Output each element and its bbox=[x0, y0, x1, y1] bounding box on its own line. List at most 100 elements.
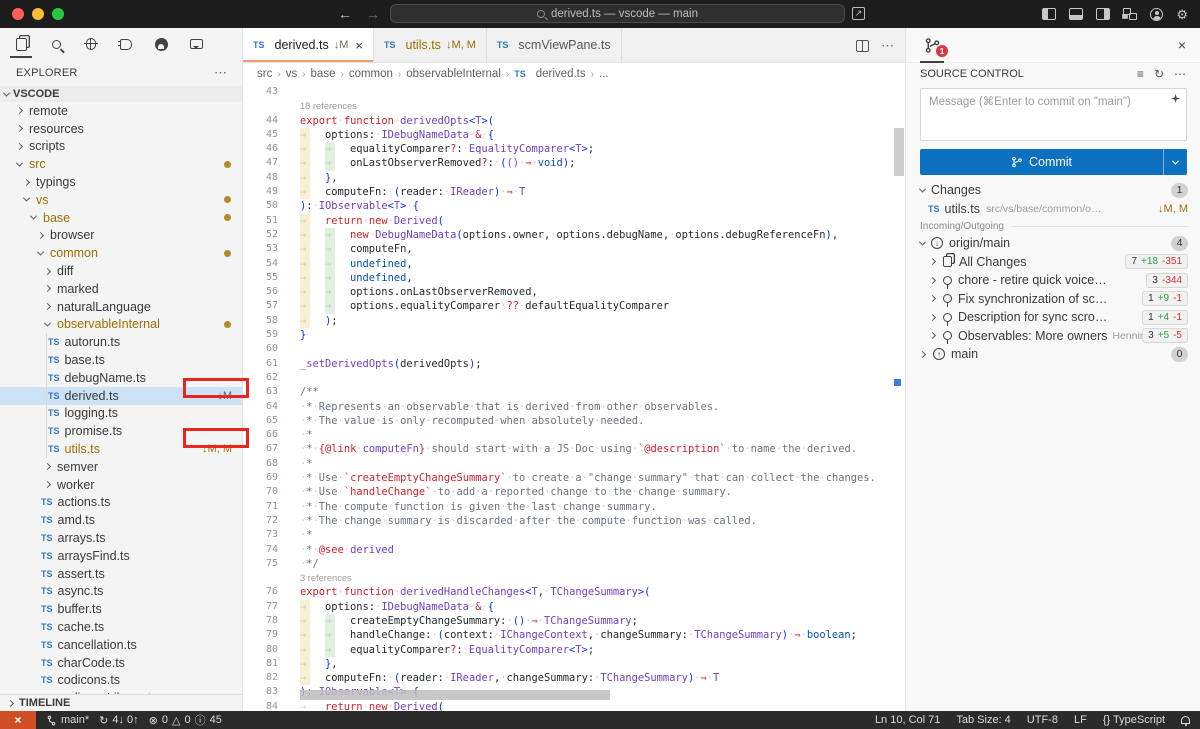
tree-root-vscode[interactable]: VSCODE bbox=[0, 86, 242, 102]
code-line-75[interactable]: 75·*/ bbox=[243, 557, 905, 571]
code-line-63[interactable]: 63/** bbox=[243, 385, 905, 399]
remote-indicator[interactable]: × bbox=[0, 711, 36, 729]
tree-item-assert.ts[interactable]: TSassert.ts bbox=[0, 565, 242, 583]
code-line-60[interactable]: 60 bbox=[243, 342, 905, 356]
command-center[interactable]: derived.ts — vscode — main bbox=[390, 4, 845, 23]
tab-scmViewPane.ts[interactable]: TSscmViewPane.ts bbox=[487, 28, 622, 62]
tree-item-async.ts[interactable]: TSasync.ts bbox=[0, 583, 242, 601]
account-icon[interactable] bbox=[1150, 8, 1163, 21]
cursor-position[interactable]: Ln 10, Col 71 bbox=[875, 714, 940, 726]
extensions-icon[interactable] bbox=[117, 35, 135, 53]
tree-item-buffer.ts[interactable]: TSbuffer.ts bbox=[0, 600, 242, 618]
search-view-icon[interactable] bbox=[47, 35, 65, 53]
tab-utils.ts[interactable]: TSutils.ts↓M, M bbox=[374, 28, 487, 62]
problems-status-item[interactable]: ⊗ 0 △ 0 ⓘ 45 bbox=[149, 712, 222, 728]
incoming-origin-main[interactable]: ↓origin/main4 bbox=[906, 234, 1200, 253]
code-line-46[interactable]: 46→→equalityComparer?:·EqualityComparer<… bbox=[243, 142, 905, 156]
code-line-51[interactable]: 51→return·new·Derived( bbox=[243, 214, 905, 228]
changes-section-header[interactable]: Changes1 bbox=[906, 181, 1200, 200]
open-external-icon[interactable]: ↗ bbox=[852, 7, 865, 20]
code-line-55[interactable]: 55→→undefined, bbox=[243, 271, 905, 285]
tree-item-actions.ts[interactable]: TSactions.ts bbox=[0, 494, 242, 512]
scm-row-Observables: More[interactable]: Observables: More ownersHenning ...3+5-5 bbox=[906, 327, 1200, 346]
code-line-73[interactable]: 73·* bbox=[243, 528, 905, 542]
code-line-49[interactable]: 49→computeFn:·(reader:·IReader)·⇒·T bbox=[243, 185, 905, 199]
toggle-secondary-sidebar-icon[interactable] bbox=[1096, 8, 1110, 20]
code-line-62[interactable]: 62 bbox=[243, 371, 905, 385]
commit-dropdown[interactable] bbox=[1163, 149, 1187, 175]
tree-item-common[interactable]: common bbox=[0, 244, 242, 262]
eol[interactable]: LF bbox=[1074, 714, 1087, 726]
tree-item-typings[interactable]: typings bbox=[0, 173, 242, 191]
breadcrumb-item-file[interactable]: derived.ts bbox=[536, 68, 586, 80]
code-line-71[interactable]: 71·*·The·compute·function·is·given·the·l… bbox=[243, 500, 905, 514]
codelens-references[interactable]: 18 references bbox=[243, 99, 905, 113]
breadcrumb-item-vs[interactable]: vs bbox=[286, 68, 298, 80]
chat-icon[interactable] bbox=[187, 35, 205, 53]
tree-item-scripts[interactable]: scripts bbox=[0, 138, 242, 156]
sparkle-icon[interactable] bbox=[1171, 94, 1180, 103]
customize-layout-icon[interactable] bbox=[1123, 8, 1137, 20]
code-line-84[interactable]: 84→return·new·Derived( bbox=[243, 700, 905, 711]
window-controls[interactable] bbox=[12, 8, 64, 20]
code-line-79[interactable]: 79→→handleChange:·(context:·IChangeConte… bbox=[243, 628, 905, 642]
scm-row-Fix synchronizatio[interactable]: Fix synchronization of scrolling event .… bbox=[906, 290, 1200, 309]
split-editor-icon[interactable] bbox=[856, 40, 869, 52]
codelens-references[interactable]: 3 references bbox=[243, 571, 905, 585]
editor-more-icon[interactable]: ⋯ bbox=[881, 38, 895, 54]
code-editor[interactable]: 4318 references44export·function·derived… bbox=[243, 85, 905, 711]
code-line-53[interactable]: 53→→computeFn, bbox=[243, 242, 905, 256]
code-line-65[interactable]: 65·*·The·value·is·only·recomputed·when·a… bbox=[243, 414, 905, 428]
code-line-50[interactable]: 50):·IObservable<T>·{ bbox=[243, 199, 905, 213]
code-line-74[interactable]: 74·*·@see·derived bbox=[243, 543, 905, 557]
tree-item-charCode.ts[interactable]: TScharCode.ts bbox=[0, 654, 242, 672]
tree-item-arrays.ts[interactable]: TSarrays.ts bbox=[0, 529, 242, 547]
breadcrumb-item-common[interactable]: common bbox=[349, 68, 393, 80]
breadcrumb-tail[interactable]: ... bbox=[599, 68, 609, 80]
scm-row-All Changes[interactable]: All Changes7+18-351 bbox=[906, 253, 1200, 272]
tree-item-naturalLanguage[interactable]: naturalLanguage bbox=[0, 298, 242, 316]
tree-item-marked[interactable]: marked bbox=[0, 280, 242, 298]
breadcrumb-item-observableInternal[interactable]: observableInternal bbox=[406, 68, 501, 80]
tab-derived.ts[interactable]: TSderived.ts↓M× bbox=[243, 28, 374, 62]
debug-icon[interactable] bbox=[82, 35, 100, 53]
tree-item-amd.ts[interactable]: TSamd.ts bbox=[0, 511, 242, 529]
code-line-72[interactable]: 72·*·The·change·summary·is·discarded·aft… bbox=[243, 514, 905, 528]
tab-size[interactable]: Tab Size: 4 bbox=[956, 714, 1010, 726]
branch-status-item[interactable]: main* bbox=[46, 714, 89, 726]
code-line-81[interactable]: 81→}, bbox=[243, 657, 905, 671]
view-as-list-icon[interactable]: ≡ bbox=[1137, 67, 1144, 81]
code-line-66[interactable]: 66·* bbox=[243, 428, 905, 442]
tree-item-vs[interactable]: vs bbox=[0, 191, 242, 209]
tree-item-codiconsLibrary.ts[interactable]: TScodiconsLibrary.ts bbox=[0, 689, 242, 694]
tree-item-cancellation.ts[interactable]: TScancellation.ts bbox=[0, 636, 242, 654]
close-tab-icon[interactable]: × bbox=[355, 38, 363, 53]
forward-arrow-icon[interactable]: → bbox=[366, 6, 380, 22]
refresh-icon[interactable]: ↻ bbox=[1154, 67, 1164, 81]
scm-row-Description for sy[interactable]: Description for sync scrolling (#2090...… bbox=[906, 308, 1200, 327]
tree-item-arraysFind.ts[interactable]: TSarraysFind.ts bbox=[0, 547, 242, 565]
code-line-82[interactable]: 82→computeFn:·(reader:·IReader,·changeSu… bbox=[243, 671, 905, 685]
tree-item-diff[interactable]: diff bbox=[0, 262, 242, 280]
code-line-78[interactable]: 78→→createEmptyChangeSummary:·()·⇒·TChan… bbox=[243, 614, 905, 628]
vertical-scrollbar[interactable] bbox=[894, 128, 904, 176]
code-line-45[interactable]: 45→options:·IDebugNameData·&·{ bbox=[243, 128, 905, 142]
breadcrumb-item-src[interactable]: src bbox=[257, 68, 272, 80]
code-line-76[interactable]: 76export·function·derivedHandleChanges<T… bbox=[243, 585, 905, 599]
tree-item-cache.ts[interactable]: TScache.ts bbox=[0, 618, 242, 636]
code-line-58[interactable]: 58→); bbox=[243, 314, 905, 328]
close-panel-icon[interactable]: × bbox=[1178, 37, 1186, 53]
tree-item-worker[interactable]: worker bbox=[0, 476, 242, 494]
tree-item-base[interactable]: base bbox=[0, 209, 242, 227]
close-window-button[interactable] bbox=[12, 8, 24, 20]
tree-item-base.ts[interactable]: TSbase.ts bbox=[0, 351, 242, 369]
code-line-44[interactable]: 44export·function·derivedOpts<T>( bbox=[243, 114, 905, 128]
horizontal-scrollbar[interactable] bbox=[300, 690, 610, 700]
explorer-more-icon[interactable]: ⋯ bbox=[214, 65, 228, 81]
toggle-panel-icon[interactable] bbox=[1069, 8, 1083, 20]
timeline-section[interactable]: TIMELINE bbox=[0, 694, 242, 711]
code-line-43[interactable]: 43 bbox=[243, 85, 905, 99]
back-arrow-icon[interactable]: ← bbox=[338, 6, 352, 22]
language-mode[interactable]: {} TypeScript bbox=[1103, 714, 1165, 726]
source-control-tab[interactable]: 1 bbox=[920, 28, 944, 63]
